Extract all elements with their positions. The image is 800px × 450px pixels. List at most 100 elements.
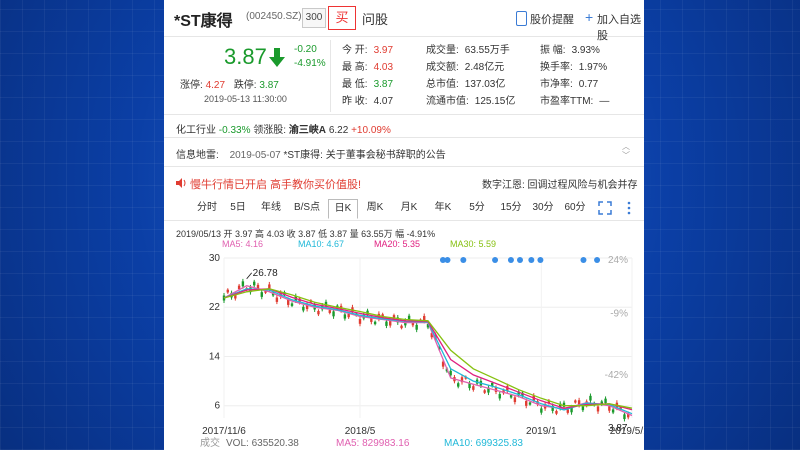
max-price-label: 26.78: [253, 268, 278, 279]
candle: [555, 410, 558, 414]
divider: [164, 114, 644, 115]
candle: [528, 402, 532, 405]
candle: [513, 397, 517, 403]
market-cap-value: 137.03亿: [464, 79, 506, 90]
candle: [540, 408, 543, 413]
tab-year-line[interactable]: 年线: [258, 199, 284, 217]
speaker-icon: [176, 178, 186, 188]
chart-period-tabs: 分时 5日 年线 B/S点 日K 周K 月K 年K 5分 15分 30分 60分: [164, 196, 644, 221]
event-marker: [537, 257, 544, 263]
candle: [260, 292, 263, 297]
stock-title: *ST康得: [174, 13, 233, 30]
expand-chevron-icon[interactable]: ︿ ﹀: [622, 142, 630, 160]
amount-label: 成交额:: [426, 62, 459, 73]
pb-value: 0.77: [578, 79, 599, 90]
tab-monthly-k[interactable]: 月K: [398, 199, 420, 217]
promo-link-left[interactable]: 慢牛行情已开启 高手教你买价值股!: [190, 176, 361, 192]
volume-ma10: MA10: 699325.83: [444, 438, 523, 449]
index-300-button[interactable]: 300: [302, 8, 326, 28]
y-tick-label: 6: [214, 401, 220, 412]
turnover-label: 换手率:: [540, 62, 573, 73]
tab-5min[interactable]: 5分: [468, 199, 486, 217]
candle: [332, 311, 335, 317]
promo-link-right[interactable]: 数字江恩: 回调过程风险与机会并存: [482, 176, 638, 191]
series-line-ma30: [223, 288, 633, 409]
price-change: -0.20: [294, 44, 317, 55]
candle: [472, 386, 475, 390]
candle: [415, 324, 418, 330]
candle: [317, 310, 320, 315]
prev-close-label: 昨 收:: [342, 96, 368, 107]
series-line-ma5: [223, 285, 633, 417]
y-tick-label: 30: [209, 253, 221, 264]
lead-stock[interactable]: 渝三峡A: [289, 125, 326, 136]
kline-chart[interactable]: 302214624%-9%-42%2017/11/6 2018/5 2019/1 20…: [164, 250, 644, 450]
candle: [400, 325, 403, 329]
pct-tick-label: -9%: [610, 308, 628, 319]
candle: [581, 406, 585, 411]
high-label: 最 高:: [342, 62, 368, 73]
limit-prices: 涨停: 4.27 跌停: 3.87: [180, 76, 279, 91]
info-mine-label: 信息地雷:: [176, 150, 219, 161]
prev-close-value: 4.07: [373, 96, 394, 107]
candle: [343, 314, 347, 319]
candle: [287, 299, 290, 305]
mobile-phone-icon: [516, 11, 527, 26]
candle: [237, 285, 241, 290]
amplitude-label: 振 幅:: [540, 45, 566, 56]
sector-name[interactable]: 化工行业: [176, 125, 216, 136]
event-marker: [444, 257, 451, 263]
price-alert-link[interactable]: 股价提醒: [530, 11, 574, 27]
tab-weekly-k[interactable]: 周K: [364, 199, 386, 217]
stock-header: *ST康得 (002450.SZ) 300 买 问股 股价提醒 + 加入自选股: [164, 0, 644, 42]
candle: [574, 400, 577, 403]
ask-stock-link[interactable]: 问股: [362, 9, 388, 28]
event-marker: [594, 257, 601, 263]
tab-30min[interactable]: 30分: [532, 199, 554, 217]
event-marker: [580, 257, 587, 263]
down-limit-label: 跌停:: [233, 80, 257, 91]
low-label: 最 低:: [342, 79, 368, 90]
float-cap-value: 125.15亿: [474, 96, 516, 107]
pct-tick-label: -42%: [605, 370, 628, 381]
tab-fenshi[interactable]: 分时: [194, 199, 220, 217]
tab-yearly-k[interactable]: 年K: [432, 199, 454, 217]
open-label: 今 开:: [342, 45, 368, 56]
candle: [589, 395, 592, 401]
volume-label: 成交量:: [426, 45, 459, 56]
x-tick-label: 2018/5: [345, 426, 376, 437]
candle: [566, 409, 569, 413]
info-mine-date: 2019-05-07: [229, 150, 281, 161]
tab-bs-point[interactable]: B/S点: [292, 199, 322, 217]
candle: [498, 394, 501, 399]
candle: [509, 395, 513, 398]
down-limit-value: 3.87: [259, 80, 279, 91]
fullscreen-icon[interactable]: [598, 201, 612, 215]
candle: [608, 406, 611, 411]
tab-5day[interactable]: 5日: [228, 199, 248, 217]
candle: [275, 297, 279, 302]
up-limit-value: 4.27: [205, 80, 226, 91]
stats-col1: 今 开: 3.97 最 高: 4.03 最 低: 3.87 昨 收: 4.07: [342, 42, 393, 110]
info-mine-row: 信息地雷: 2019-05-07 *ST康得: 关于董事会秘书辞职的公告: [176, 146, 446, 161]
buy-button[interactable]: 买: [328, 6, 356, 30]
sector-row: 化工行业 -0.33% 领涨股: 渝三峡A 6.22 +10.09%: [176, 121, 391, 136]
up-limit-label: 涨停:: [180, 80, 203, 91]
candle: [347, 313, 350, 318]
event-marker: [528, 257, 535, 263]
event-marker: [460, 257, 467, 263]
divider: [164, 137, 644, 138]
volume-ma5: MA5: 829983.16: [336, 438, 410, 449]
pe-label: 市盈率TTM:: [540, 96, 594, 107]
more-menu-icon[interactable]: [626, 201, 632, 215]
tab-15min[interactable]: 15分: [500, 199, 522, 217]
candle: [373, 321, 377, 325]
candle: [604, 398, 607, 404]
tab-60min[interactable]: 60分: [564, 199, 586, 217]
tab-daily-k[interactable]: 日K: [328, 199, 358, 219]
event-marker: [492, 257, 499, 263]
ma10-legend: MA10: 4.67: [298, 239, 345, 249]
info-mine-text[interactable]: *ST康得: 关于董事会秘书辞职的公告: [284, 150, 446, 161]
candle: [611, 409, 615, 413]
add-watchlist-link[interactable]: 加入自选股: [597, 11, 644, 43]
